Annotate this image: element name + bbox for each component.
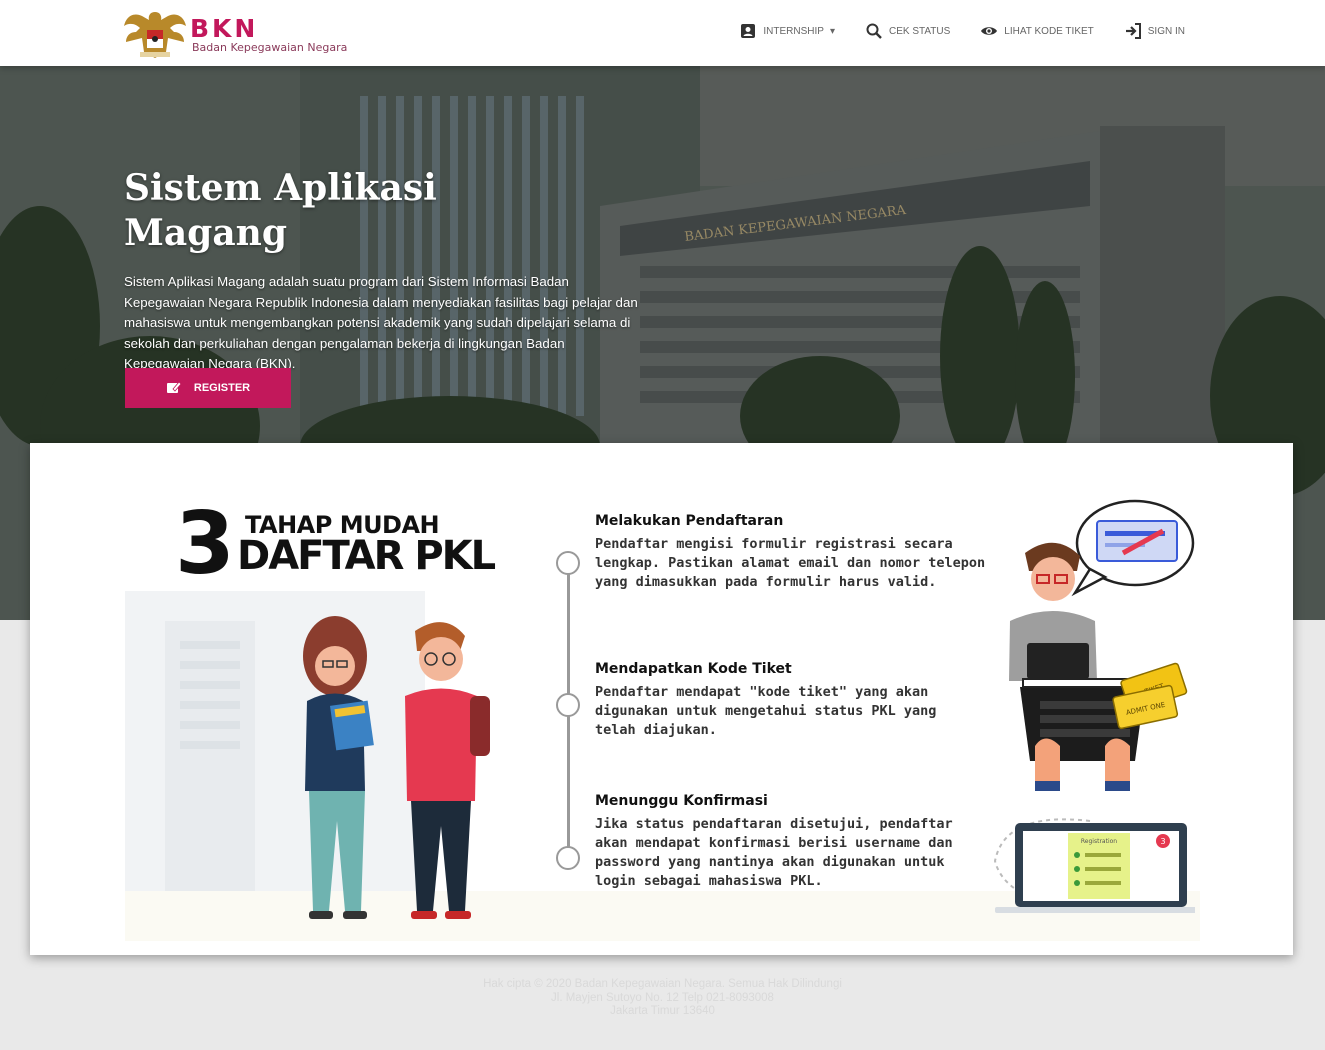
register-button[interactable]: REGISTER xyxy=(125,368,291,408)
step-title: Menunggu Konfirmasi xyxy=(595,793,768,809)
footer-address: Jl. Mayjen Sutoyo No. 12 Telp 021-809300… xyxy=(551,991,774,1004)
timeline-dot xyxy=(556,846,580,870)
students-illustration xyxy=(303,616,490,919)
garuda-emblem-icon xyxy=(124,12,186,58)
hero-title-line1: Sistem Aplikasi xyxy=(124,167,437,209)
brand-name: BKN xyxy=(190,14,259,43)
nav-item-cek-status[interactable]: CEK STATUS xyxy=(865,22,950,40)
step-title: Mendapatkan Kode Tiket xyxy=(595,661,792,677)
sign-in-icon xyxy=(1125,23,1141,39)
step-text: Pendaftar mendapat "kode tiket" yang aka… xyxy=(595,684,937,738)
search-icon xyxy=(866,23,882,39)
nav-menu: INTERNSHIP ▾ CEK STATUS LIHAT KODE TIKET… xyxy=(739,22,1185,40)
navbar: BKN Badan Kepegawaian Negara INTERNSHIP … xyxy=(0,0,1325,66)
steps-card: 3 TAHAP MUDAH DAFTAR PKL Melakukan Penda… xyxy=(30,443,1293,955)
nav-cek-status-label: CEK STATUS xyxy=(888,25,951,37)
step-item: Mendapatkan Kode Tiket Pendaftar mendapa… xyxy=(595,661,975,740)
step-item: Melakukan Pendaftaran Pendaftar mengisi … xyxy=(595,513,990,592)
brand-subtitle: Badan Kepegawaian Negara xyxy=(192,41,348,54)
registration-illustration: TIKET ADMIT ONE Registration 3 xyxy=(993,499,1195,913)
timeline-dot xyxy=(556,693,580,717)
nav-sign-in-label: SIGN IN xyxy=(1147,25,1185,37)
infographic-heading-line2: DAFTAR PKL xyxy=(237,533,496,579)
timeline-dot xyxy=(556,551,580,575)
notification-badge: 3 xyxy=(1160,837,1165,846)
step-item: Menunggu Konfirmasi Jika status pendafta… xyxy=(595,793,970,891)
eye-icon xyxy=(981,27,998,35)
footer: Hak cipta © 2020 Badan Kepegawaian Negar… xyxy=(0,978,1325,1019)
nav-internship-label: INTERNSHIP xyxy=(763,25,824,37)
step-text: Jika status pendaftaran disetujui, penda… xyxy=(595,816,953,889)
nav-lihat-kode-tiket-label: LIHAT KODE TIKET xyxy=(1004,25,1094,37)
infographic-number: 3 xyxy=(175,494,235,594)
step-text: Pendaftar mengisi formulir registrasi se… xyxy=(595,536,986,590)
infographic: 3 TAHAP MUDAH DAFTAR PKL Melakukan Penda… xyxy=(125,461,1200,941)
step-title: Melakukan Pendaftaran xyxy=(595,513,784,529)
nav-item-sign-in[interactable]: SIGN IN xyxy=(1124,22,1185,40)
id-card-icon xyxy=(741,24,756,38)
caret-down-icon: ▾ xyxy=(829,25,835,37)
nav-item-lihat-kode-tiket[interactable]: LIHAT KODE TIKET xyxy=(980,22,1094,40)
footer-copyright: Hak cipta © 2020 Badan Kepegawaian Negar… xyxy=(483,978,842,990)
footer-city: Jakarta Timur 13640 xyxy=(610,1005,715,1017)
register-icon xyxy=(166,381,182,393)
hero-description: Sistem Aplikasi Magang adalah suatu prog… xyxy=(124,274,638,371)
nav-item-internship[interactable]: INTERNSHIP ▾ xyxy=(739,22,835,40)
laptop-doc-title: Registration xyxy=(1081,838,1117,845)
hero-title-line2: Magang xyxy=(124,212,288,254)
hero-title: Sistem Aplikasi Magang xyxy=(124,166,544,256)
register-label: REGISTER xyxy=(193,382,251,394)
